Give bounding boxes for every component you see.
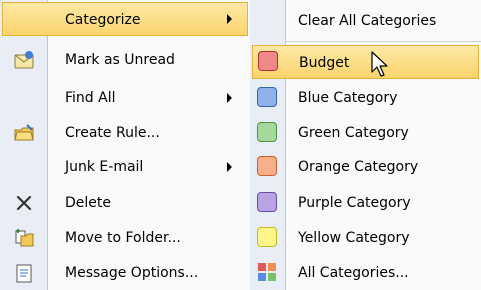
- menu-item-categorize[interactable]: Categorize: [2, 2, 248, 36]
- envelope-icon: [13, 49, 35, 71]
- submenu-item-label: Orange Category: [298, 159, 419, 175]
- submenu-arrow-icon: [227, 162, 232, 172]
- submenu-item-label: Clear All Categories: [298, 13, 437, 29]
- menu-item-label: Message Options...: [65, 265, 199, 281]
- delete-x-icon: [13, 192, 35, 214]
- options-icon: [13, 262, 35, 284]
- submenu-item-category-2[interactable]: Green Category: [250, 116, 481, 150]
- menu-item-label: Delete: [65, 195, 111, 211]
- menu-item-message-options[interactable]: Message Options...: [0, 256, 250, 290]
- menu-item-move-to-folder[interactable]: Move to Folder...: [0, 221, 250, 255]
- submenu-item-label: Green Category: [298, 125, 409, 141]
- context-menu: Categorize Mark as Unread Find All Creat…: [0, 0, 250, 290]
- submenu-item-clear-all-categories[interactable]: Clear All Categories: [250, 4, 481, 38]
- categorize-submenu: Clear All Categories Budget Blue Categor…: [250, 0, 481, 290]
- menu-item-label: Categorize: [65, 12, 141, 28]
- category-swatch-icon: [257, 156, 277, 176]
- submenu-item-category-3[interactable]: Orange Category: [250, 150, 481, 184]
- menu-item-junk-email[interactable]: Junk E-mail: [0, 150, 250, 184]
- submenu-item-label: Budget: [299, 55, 350, 71]
- category-swatch-icon: [257, 87, 277, 107]
- category-swatch-icon: [258, 51, 278, 71]
- menu-item-delete[interactable]: Delete: [0, 186, 250, 220]
- submenu-item-label: Yellow Category: [298, 230, 410, 246]
- menu-item-label: Move to Folder...: [65, 230, 181, 246]
- category-swatch-icon: [257, 192, 277, 212]
- submenu-item-category-1[interactable]: Blue Category: [250, 81, 481, 115]
- move-folder-icon: [13, 227, 35, 249]
- submenu-item-category-0[interactable]: Budget: [252, 45, 479, 79]
- submenu-separator: [286, 41, 481, 42]
- menu-item-label: Junk E-mail: [65, 159, 144, 175]
- all-categories-icon: [257, 262, 277, 282]
- submenu-arrow-icon: [227, 93, 232, 103]
- submenu-item-category-4[interactable]: Purple Category: [250, 186, 481, 220]
- menu-item-mark-as-unread[interactable]: Mark as Unread: [0, 43, 250, 77]
- mouse-pointer-icon: [371, 51, 388, 77]
- menu-item-label: Mark as Unread: [65, 52, 175, 68]
- submenu-item-label: Blue Category: [298, 90, 398, 106]
- category-swatch-icon: [257, 122, 277, 142]
- category-swatch-icon: [257, 227, 277, 247]
- submenu-arrow-icon: [227, 14, 232, 24]
- screenshot: Categorize Mark as Unread Find All Creat…: [0, 0, 481, 290]
- menu-item-create-rule[interactable]: Create Rule...: [0, 116, 250, 150]
- submenu-item-all-categories[interactable]: All Categories...: [250, 256, 481, 290]
- submenu-item-category-5[interactable]: Yellow Category: [250, 221, 481, 255]
- rule-icon: [13, 122, 35, 144]
- submenu-item-label: Purple Category: [298, 195, 411, 211]
- menu-item-find-all[interactable]: Find All: [0, 81, 250, 115]
- menu-item-label: Create Rule...: [65, 125, 160, 141]
- submenu-item-label: All Categories...: [298, 265, 409, 281]
- menu-item-label: Find All: [65, 90, 116, 106]
